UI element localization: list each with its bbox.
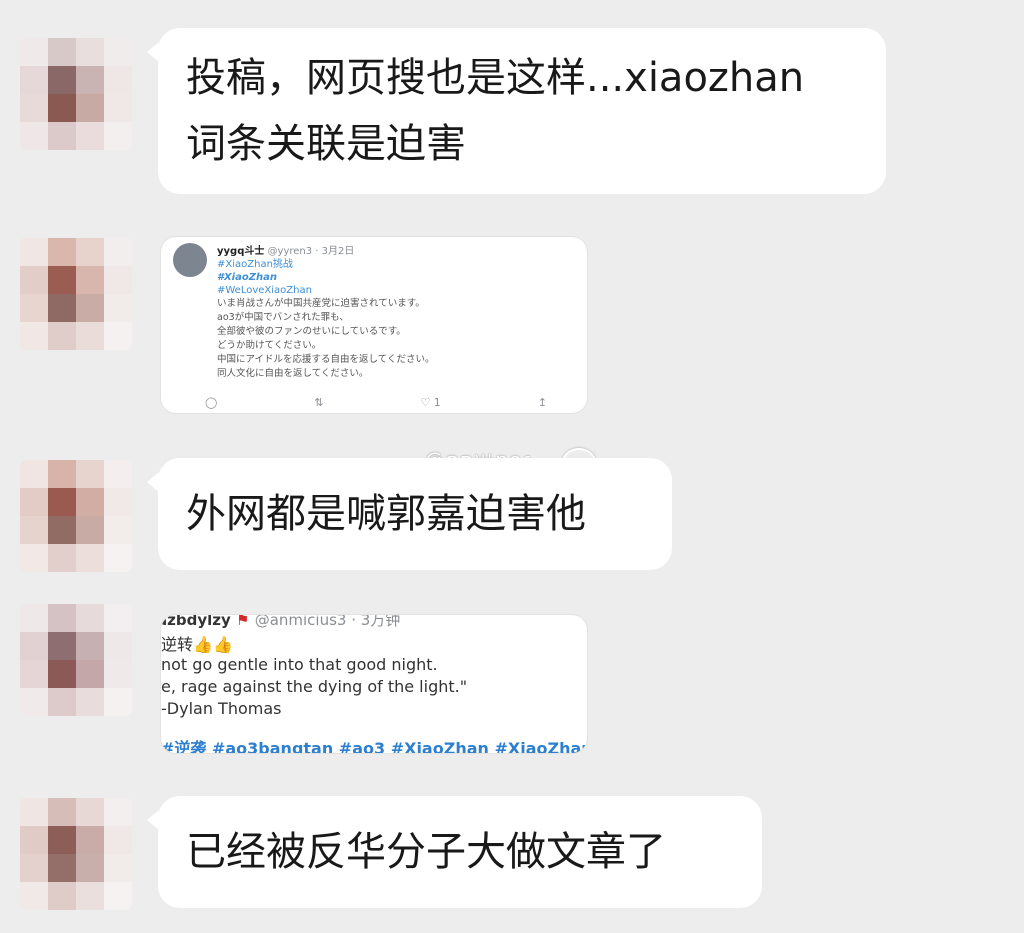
retweet-icon: ⇅ bbox=[314, 396, 324, 409]
tweet-text-line: ao3が中国でバンされた罪も、 bbox=[217, 312, 349, 323]
message-row: azbdylzy ⚑ @anmicius3 · 3万钟 逆转👍👍 not go … bbox=[0, 604, 1024, 756]
message-text: 已经被反华分子大做文章了 bbox=[186, 829, 666, 875]
tweet-handle: @anmicius3 · 3万钟 bbox=[254, 614, 401, 629]
message-row: 已经被反华分子大做文章了 bbox=[0, 796, 1024, 916]
message-row: 投稿，网页搜也是这样...xiaozhan 词条关联是迫害 bbox=[0, 28, 1024, 198]
image-message[interactable]: azbdylzy ⚑ @anmicius3 · 3万钟 逆转👍👍 not go … bbox=[160, 614, 588, 754]
reply-icon: ◯ bbox=[205, 396, 218, 409]
message-bubble[interactable]: 外网都是喊郭嘉迫害他 bbox=[147, 458, 672, 570]
message-bubble[interactable]: 投稿，网页搜也是这样...xiaozhan 词条关联是迫害 bbox=[147, 28, 886, 194]
avatar[interactable] bbox=[20, 460, 132, 572]
tweet-card: yygq斗士 @yyren3 · 3月2日 #XiaoZhan挑战 #XiaoZ… bbox=[161, 237, 587, 413]
tweet-text-line: 逆转👍👍 bbox=[161, 631, 233, 655]
tweet-text-line: 中国にアイドルを応援する自由を返してください。 bbox=[217, 354, 435, 365]
avatar[interactable] bbox=[20, 38, 132, 150]
tweet-avatar bbox=[173, 243, 207, 277]
message-text: 投稿，网页搜也是这样...xiaozhan bbox=[186, 55, 805, 101]
message-bubble[interactable]: 已经被反华分子大做文章了 bbox=[147, 796, 762, 908]
tweet-text-line: e, rage against the dying of the light." bbox=[161, 677, 468, 696]
message-row: yygq斗士 @yyren3 · 3月2日 #XiaoZhan挑战 #XiaoZ… bbox=[0, 236, 1024, 416]
tweet-text-line: どうか助けてください。 bbox=[217, 340, 322, 351]
message-row: 外网都是喊郭嘉迫害他 bbox=[0, 458, 1024, 578]
like-icon: ♡ 1 bbox=[420, 396, 441, 409]
tweet-hashtags: #逆袭 #ao3bangtan #ao3 #XiaoZhan #XiaoZhan bbox=[161, 739, 588, 754]
thumbs-up-icon: 👍👍 bbox=[193, 635, 233, 654]
like-count: 1 bbox=[433, 396, 441, 409]
tweet-text-line: 同人文化に自由を返してください。 bbox=[217, 368, 369, 379]
tweet-text-line: 全部彼や彼のファンのせいにしているです。 bbox=[217, 326, 406, 337]
avatar[interactable] bbox=[20, 604, 132, 716]
tweet-hashtag: #XiaoZhan bbox=[217, 272, 277, 283]
image-message[interactable]: yygq斗士 @yyren3 · 3月2日 #XiaoZhan挑战 #XiaoZ… bbox=[160, 236, 588, 414]
avatar[interactable] bbox=[20, 798, 132, 910]
tweet-username: azbdylzy bbox=[160, 614, 231, 629]
flag-icon: ⚑ bbox=[236, 614, 250, 629]
tweet-text-line: not go gentle into that good night. bbox=[161, 655, 438, 674]
tweet-card: azbdylzy ⚑ @anmicius3 · 3万钟 逆转👍👍 not go … bbox=[161, 615, 587, 753]
message-text: 词条关联是迫害 bbox=[186, 121, 466, 167]
tweet-first-line: 逆转 bbox=[161, 635, 194, 654]
tweet-handle: @yyren3 · 3月2日 bbox=[267, 246, 355, 257]
tweet-text-line: いま肖战さんが中国共産党に迫害されています。 bbox=[217, 298, 425, 309]
share-icon: ↥ bbox=[537, 396, 547, 409]
tweet-text-line: -Dylan Thomas bbox=[161, 699, 282, 718]
avatar[interactable] bbox=[20, 238, 132, 350]
tweet-hashtag: #XiaoZhan挑战 bbox=[217, 259, 293, 270]
message-text: 外网都是喊郭嘉迫害他 bbox=[186, 491, 586, 537]
tweet-hashtag: #WeLoveXiaoZhan bbox=[217, 285, 312, 296]
tweet-username: yygq斗士 bbox=[217, 246, 265, 257]
